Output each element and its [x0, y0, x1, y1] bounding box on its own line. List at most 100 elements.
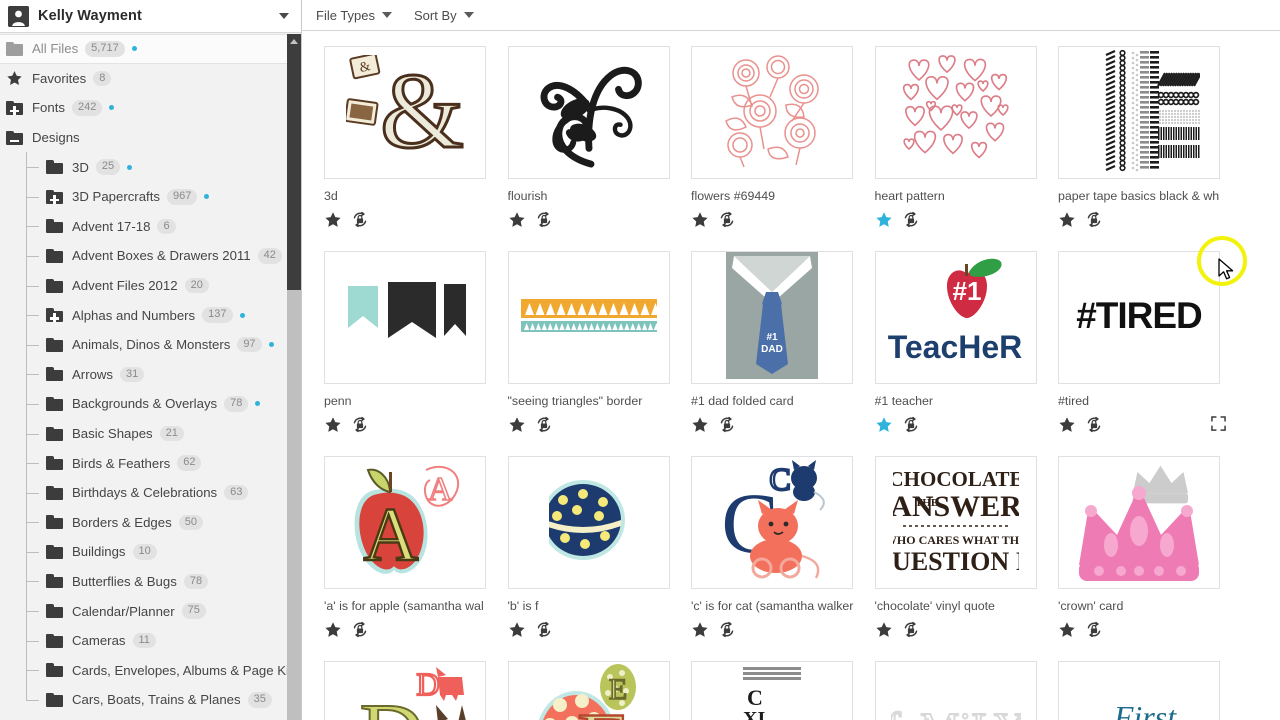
lock-sync-icon[interactable]: [1085, 621, 1103, 638]
design-card[interactable]: penn: [324, 251, 508, 456]
scroll-up-arrow-icon[interactable]: [287, 34, 301, 49]
design-thumbnail[interactable]: [691, 46, 853, 179]
design-card[interactable]: C C 'c' is for cat (samantha walker: [691, 456, 875, 661]
scrollbar-thumb[interactable]: [287, 34, 301, 290]
sidebar-item-buildings[interactable]: Buildings 10: [0, 537, 288, 567]
chevron-down-icon[interactable]: [279, 13, 289, 19]
sidebar-item-butterflies-bugs[interactable]: Butterflies & Bugs 78: [0, 566, 288, 597]
star-icon[interactable]: [875, 416, 893, 433]
star-icon[interactable]: [324, 416, 342, 433]
design-card[interactable]: flowers #69449: [691, 46, 875, 251]
design-card[interactable]: 'b' is f: [507, 456, 692, 661]
lock-sync-icon[interactable]: [902, 416, 920, 433]
sidebar-item-alphas-and-numbers[interactable]: Alphas and Numbers 137: [0, 300, 288, 330]
sidebar-item-cards-envelopes-albums-page-kits[interactable]: Cards, Envelopes, Albums & Page Kits267: [0, 655, 288, 685]
design-card[interactable]: "seeing triangles" border: [507, 251, 692, 456]
sidebar-item-backgrounds-overlays[interactable]: Backgrounds & Overlays 78: [0, 389, 288, 419]
star-icon[interactable]: [508, 211, 526, 228]
design-thumbnail[interactable]: #TIRED: [1058, 251, 1220, 384]
design-card[interactable]: paper tape basics black & wh: [1058, 46, 1242, 251]
design-thumbnail[interactable]: CXITIT: [691, 661, 853, 720]
sidebar-item-borders-edges[interactable]: Borders & Edges 50: [0, 507, 288, 538]
design-card[interactable]: CXITIT'enjoy: [691, 661, 875, 720]
star-icon[interactable]: [875, 211, 893, 228]
sidebar-item-advent-boxes-drawers-2011[interactable]: Advent Boxes & Drawers 2011 42: [0, 241, 288, 271]
design-thumbnail[interactable]: CC: [691, 456, 853, 589]
design-card[interactable]: #1 DAD #1 dad folded card: [691, 251, 875, 456]
sidebar-item-animals-dinos-monsters[interactable]: Animals, Dinos & Monsters 97: [0, 329, 288, 360]
sidebar-item-birds-feathers[interactable]: Birds & Feathers 62: [0, 448, 288, 478]
file-types-dropdown[interactable]: File Types: [316, 8, 393, 23]
star-icon[interactable]: [691, 211, 709, 228]
star-icon[interactable]: [875, 621, 893, 638]
design-card[interactable]: CHOCOLATEANSWERTHE WHO CARES WHAT THEQUES…: [874, 456, 1059, 661]
star-icon[interactable]: [1058, 211, 1076, 228]
sidebar-item-favorites[interactable]: Favorites 8: [0, 64, 288, 94]
lock-sync-icon[interactable]: [718, 211, 736, 228]
lock-sync-icon[interactable]: [902, 211, 920, 228]
lock-sync-icon[interactable]: [1085, 211, 1103, 228]
design-thumbnail[interactable]: [1058, 456, 1220, 589]
lock-sync-icon[interactable]: [902, 621, 920, 638]
lock-sync-icon[interactable]: [535, 416, 553, 433]
sidebar-item-calendar-planner[interactable]: Calendar/Planner 75: [0, 596, 288, 626]
account-bar[interactable]: Kelly Wayment: [0, 0, 301, 33]
star-icon[interactable]: [324, 621, 342, 638]
sidebar-item-all-files[interactable]: All Files 5,717: [0, 34, 288, 64]
sidebar-item-cars-boats-trains-planes[interactable]: Cars, Boats, Trains & Planes 35: [0, 685, 288, 715]
sidebar-item-arrows[interactable]: Arrows 31: [0, 359, 288, 390]
sidebar-item-advent-files-2012[interactable]: Advent Files 2012 20: [0, 270, 288, 301]
lock-sync-icon[interactable]: [1085, 416, 1103, 433]
sidebar-item-advent-17-18[interactable]: Advent 17-18 6: [0, 211, 288, 242]
design-card[interactable]: & & 3d: [324, 46, 508, 251]
sidebar-item-3d-papercrafts[interactable]: 3D Papercrafts 967: [0, 181, 288, 212]
design-thumbnail[interactable]: [324, 251, 486, 384]
design-thumbnail[interactable]: [507, 46, 670, 179]
lock-sync-icon[interactable]: [718, 416, 736, 433]
design-thumbnail[interactable]: Firstwe had: [1058, 661, 1220, 720]
sidebar-item-cameras[interactable]: Cameras 11: [0, 625, 288, 656]
design-card[interactable]: #TIRED #tired: [1058, 251, 1242, 456]
design-thumbnail[interactable]: AA: [324, 456, 486, 589]
sidebar-item-3d[interactable]: 3D 25: [0, 152, 288, 182]
design-card[interactable]: 'crown' card: [1058, 456, 1242, 661]
design-thumbnail[interactable]: CHOCOLATEANSWERTHE WHO CARES WHAT THEQUES…: [874, 456, 1037, 589]
design-card[interactable]: heart pattern: [874, 46, 1059, 251]
star-icon[interactable]: [324, 211, 342, 228]
design-thumbnail[interactable]: [1058, 46, 1220, 179]
lock-sync-icon[interactable]: [351, 211, 369, 228]
star-icon[interactable]: [508, 416, 526, 433]
design-card[interactable]: A A 'a' is for apple (samantha wal: [324, 456, 508, 661]
lock-sync-icon[interactable]: [535, 211, 553, 228]
star-icon[interactable]: [691, 621, 709, 638]
sort-by-dropdown[interactable]: Sort By: [414, 8, 474, 23]
lock-sync-icon[interactable]: [535, 621, 553, 638]
design-thumbnail[interactable]: faMiLY: [874, 661, 1037, 720]
lock-sync-icon[interactable]: [718, 621, 736, 638]
design-thumbnail[interactable]: [507, 251, 670, 384]
sidebar-item-basic-shapes[interactable]: Basic Shapes 21: [0, 418, 288, 449]
sidebar-item-birthdays-celebrations[interactable]: Birthdays & Celebrations 63: [0, 477, 288, 508]
sidebar-item-designs[interactable]: Designs: [0, 123, 288, 153]
lock-sync-icon[interactable]: [351, 416, 369, 433]
design-thumbnail[interactable]: #1 DAD: [691, 251, 853, 384]
star-icon[interactable]: [1058, 416, 1076, 433]
design-card[interactable]: DD'd' is for dog (samantha walke: [324, 661, 508, 720]
design-thumbnail[interactable]: #1 TeacHeR: [874, 251, 1037, 384]
sidebar-item-fonts[interactable]: Fonts 242: [0, 93, 288, 123]
design-card[interactable]: flourish: [507, 46, 692, 251]
star-icon[interactable]: [1058, 621, 1076, 638]
design-thumbnail[interactable]: EE: [507, 661, 670, 720]
design-card[interactable]: Firstwe had: [1058, 661, 1242, 720]
sidebar-scrollbar[interactable]: [287, 34, 301, 720]
design-thumbnail[interactable]: [874, 46, 1037, 179]
star-icon[interactable]: [691, 416, 709, 433]
design-thumbnail[interactable]: [507, 456, 670, 589]
expand-fullscreen-icon[interactable]: [1211, 416, 1226, 431]
design-card[interactable]: faMiLY: [874, 661, 1059, 720]
design-card[interactable]: #1 TeacHeR #1 teacher: [874, 251, 1059, 456]
design-thumbnail[interactable]: DD: [324, 661, 486, 720]
star-icon[interactable]: [508, 621, 526, 638]
lock-sync-icon[interactable]: [351, 621, 369, 638]
design-card[interactable]: EE'e' is for egg (samantha walke: [507, 661, 692, 720]
